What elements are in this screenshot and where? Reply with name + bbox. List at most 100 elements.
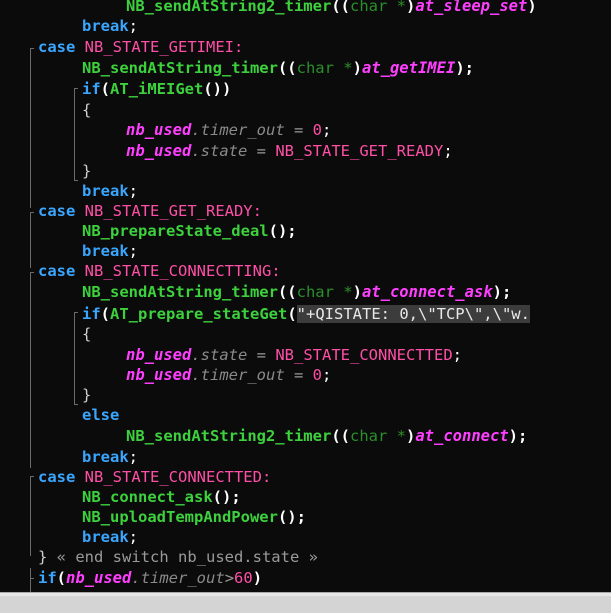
constant: NB_STATE_CONNECTTED: [84, 468, 262, 486]
horizontal-scrollbar[interactable]: [0, 592, 611, 613]
code-line[interactable]: break;: [82, 16, 138, 36]
fold-guide-switch: [30, 548, 31, 556]
code-editor[interactable]: NB_sendAtString2_timer((char *)at_sleep_…: [0, 0, 611, 592]
code-line[interactable]: nb_used.state = NB_STATE_GET_READY;: [126, 141, 453, 161]
paren: (: [287, 305, 297, 323]
operator: =: [247, 142, 276, 160]
paren: );: [492, 283, 512, 301]
keyword: case: [38, 468, 76, 486]
semicolon: ;: [452, 346, 462, 364]
keyword: if: [82, 305, 101, 323]
function-name: NB_sendAtString2_timer: [126, 427, 332, 445]
code-line[interactable]: break;: [82, 181, 138, 201]
function-name: NB_connect_ask: [82, 488, 213, 506]
code-line[interactable]: case NB_STATE_GET_READY:: [38, 201, 262, 221]
fold-tick: [30, 272, 34, 273]
code-line[interactable]: nb_used.timer_out = 0;: [126, 120, 331, 140]
paren: (: [100, 305, 111, 323]
fold-guide-case3: [30, 272, 31, 468]
fold-tick: [74, 404, 78, 405]
code-line[interactable]: } « end switch nb_used.state »: [38, 547, 318, 567]
keyword: case: [38, 202, 76, 220]
fold-comment: « end switch nb_used.state »: [47, 548, 318, 566]
code-line[interactable]: case NB_STATE_GETIMEI:: [38, 37, 243, 57]
colon: :: [233, 38, 244, 56]
code-line[interactable]: NB_uploadTempAndPower();: [82, 507, 306, 527]
type: char *: [349, 427, 406, 445]
member: timer_out: [140, 569, 225, 587]
code-line[interactable]: nb_used.timer_out = 0;: [126, 365, 331, 385]
code-line[interactable]: {: [82, 324, 91, 344]
dot: .: [191, 121, 201, 139]
number: 0: [312, 366, 323, 384]
code-line[interactable]: case NB_STATE_CONNECTTED:: [38, 467, 271, 487]
code-line[interactable]: NB_prepareState_deal();: [82, 221, 297, 241]
keyword: break: [82, 242, 129, 260]
fold-tick: [74, 180, 78, 181]
fold-tick: [30, 578, 34, 579]
keyword: break: [82, 528, 129, 546]
code-line[interactable]: nb_used.state = NB_STATE_CONNECTTED;: [126, 345, 462, 365]
code-line[interactable]: else: [82, 405, 119, 425]
variable: nb_used: [66, 569, 132, 587]
function-name: AT_iMEIGet: [110, 80, 204, 98]
operator: =: [284, 366, 313, 384]
number: 0: [312, 121, 323, 139]
code-line[interactable]: {: [82, 100, 91, 120]
code-line[interactable]: }: [82, 385, 91, 405]
brace: }: [82, 162, 92, 180]
keyword: case: [38, 38, 76, 56]
semicolon: ;: [128, 242, 139, 260]
paren: ();: [277, 508, 306, 526]
paren: (: [100, 80, 111, 98]
code-line[interactable]: NB_sendAtString2_timer((char *)at_connec…: [126, 426, 527, 446]
code-line[interactable]: NB_sendAtString_timer((char *)at_connect…: [82, 282, 511, 302]
function-name: NB_sendAtString2_timer: [126, 0, 332, 15]
fold-tick: [74, 88, 78, 89]
paren: ((: [331, 427, 350, 445]
semicolon: ;: [128, 448, 139, 466]
member: state: [200, 142, 248, 160]
semicolon: ;: [128, 182, 139, 200]
code-line[interactable]: break;: [82, 527, 138, 547]
paren: ();: [268, 222, 297, 240]
fold-guide-if-block2: [74, 312, 75, 404]
string-literal: "+QISTATE: 0,\"TCP\",\"w.: [296, 305, 530, 323]
variable: nb_used: [126, 366, 192, 384]
argument: at_connect_ask: [361, 283, 493, 301]
colon: :: [252, 202, 262, 220]
code-line[interactable]: break;: [82, 241, 138, 261]
constant: NB_STATE_CONNECTTED: [275, 346, 453, 364]
semicolon: ;: [443, 142, 453, 160]
code-line[interactable]: if(AT_iMEIGet()): [82, 79, 231, 99]
function-name: NB_sendAtString_timer: [82, 59, 278, 77]
code-line[interactable]: }: [82, 161, 91, 181]
code-line[interactable]: NB_sendAtString2_timer((char *)at_sleep_…: [126, 0, 537, 16]
variable: nb_used: [126, 142, 192, 160]
paren: (: [56, 569, 67, 587]
fold-tick: [74, 312, 78, 313]
code-line[interactable]: NB_sendAtString_timer((char *)at_getIMEI…: [82, 58, 474, 78]
keyword: if: [38, 569, 57, 587]
fold-guide-if-block: [74, 88, 75, 180]
fold-tick: [30, 476, 34, 477]
colon: :: [271, 262, 281, 280]
paren: ();: [212, 488, 241, 506]
code-line[interactable]: break;: [82, 447, 138, 467]
paren: ((: [277, 59, 297, 77]
semicolon: ;: [128, 528, 139, 546]
paren: );: [508, 427, 528, 445]
dot: .: [191, 142, 201, 160]
fold-guide-case2: [30, 212, 31, 268]
function-name: AT_prepare_stateGet: [110, 305, 288, 323]
code-line[interactable]: if(AT_prepare_stateGet("+QISTATE: 0,\"TC…: [82, 304, 530, 324]
scrollbar-track: [0, 593, 611, 596]
code-line[interactable]: NB_connect_ask();: [82, 487, 241, 507]
paren: ((: [331, 0, 350, 15]
number: 60: [234, 569, 253, 587]
dot: .: [191, 366, 201, 384]
code-line[interactable]: case NB_STATE_CONNECTTING:: [38, 261, 281, 281]
type: char *: [296, 283, 353, 301]
code-line[interactable]: if(nb_used.timer_out>60): [38, 568, 262, 588]
colon: :: [261, 468, 272, 486]
